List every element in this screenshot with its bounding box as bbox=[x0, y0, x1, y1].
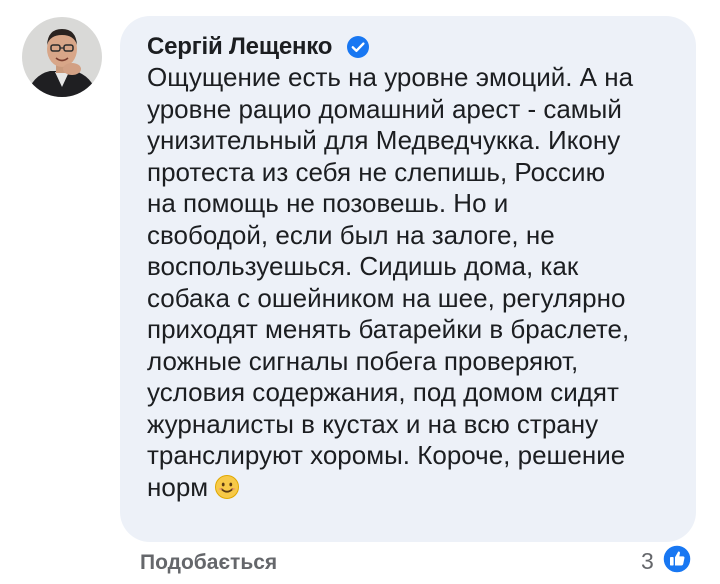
verified-badge-icon bbox=[346, 35, 370, 59]
comment-line: собака с ошейником на шее, регулярно bbox=[147, 282, 626, 313]
author-name[interactable]: Сергій Лещенко bbox=[147, 33, 332, 61]
comment-line: приходят менять батарейки в браслете, bbox=[147, 314, 630, 344]
comment-body: Ощущение есть на уровне эмоций. А на уро… bbox=[147, 62, 677, 503]
comment-line: протеста из себя не слепишь, Россию bbox=[147, 156, 606, 187]
comment-line: унизительный для Медведчукка. Икону bbox=[147, 125, 621, 155]
thumbs-up-icon[interactable] bbox=[662, 544, 692, 574]
comment-line: Ощущение есть на уровне эмоций. А на bbox=[147, 62, 634, 92]
comment-screenshot: Сергій Лещенко Ощущение есть на уровне э… bbox=[0, 0, 720, 584]
comment-line: транслируют хоромы. Короче, решение bbox=[147, 440, 626, 470]
comment-line: свободой, если был на залоге, не bbox=[147, 219, 555, 250]
comment-line: воспользуешься. Сидишь дома, как bbox=[147, 251, 579, 281]
comment-last-line: норм bbox=[147, 472, 677, 504]
smiling-face-emoji-icon bbox=[214, 474, 240, 500]
comment-line: ложные сигналы побега проверяют, bbox=[147, 345, 579, 376]
comment-line: норм bbox=[147, 471, 209, 502]
comment-header: Сергій Лещенко bbox=[147, 32, 370, 62]
comment-line: журналисты в кустах и на всю страну bbox=[147, 408, 599, 439]
reaction-count[interactable]: 3 bbox=[641, 548, 654, 575]
like-button[interactable]: Подобається bbox=[140, 551, 277, 575]
comment-line: на помощь не позовешь. Но и bbox=[147, 188, 509, 218]
avatar[interactable] bbox=[22, 17, 102, 97]
comment-line: условия содержания, под домом сидят bbox=[147, 377, 619, 407]
comment-line: уровне рацио домашний арест - самый bbox=[147, 93, 622, 124]
